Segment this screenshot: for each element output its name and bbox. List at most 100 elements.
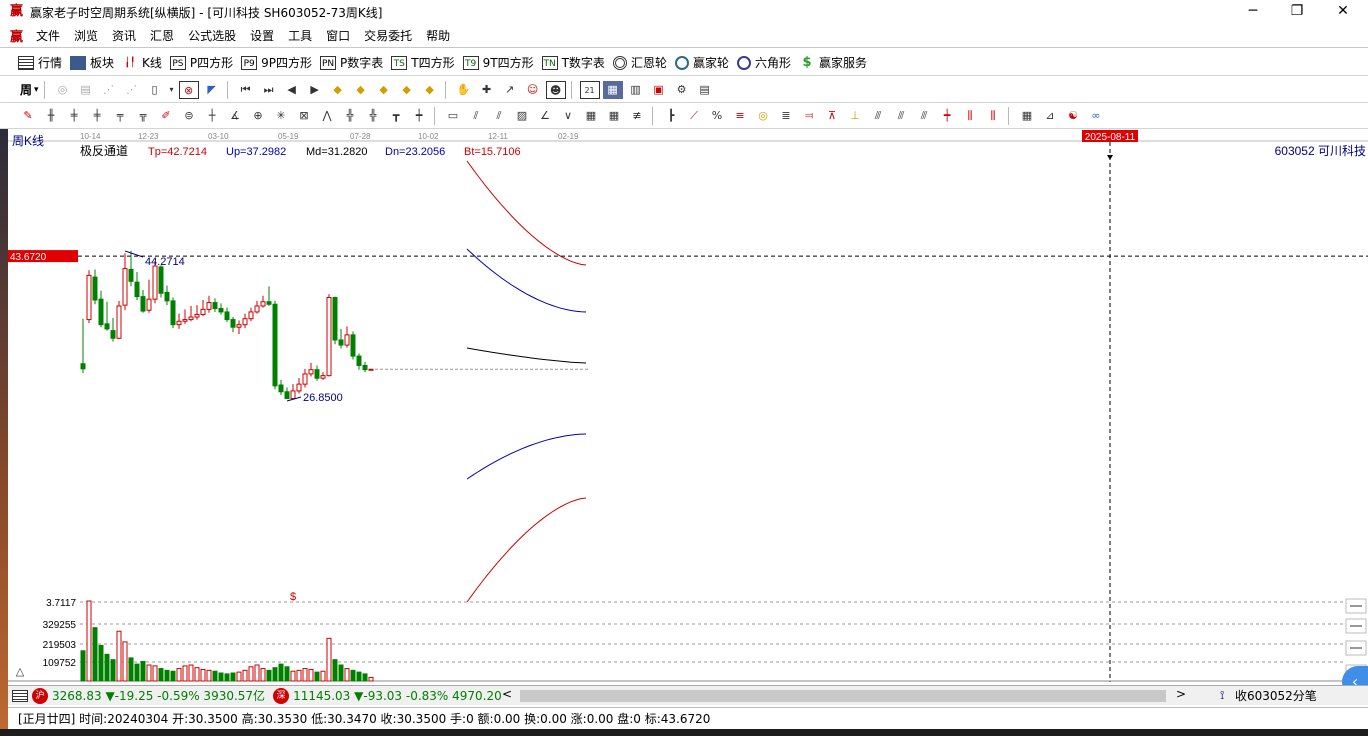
square-cross-icon[interactable]: ⊠: [294, 107, 314, 125]
lines-tool-3-icon[interactable]: ▨: [512, 107, 532, 125]
scroll-left-button[interactable]: <: [502, 687, 512, 701]
menu-help[interactable]: 帮助: [424, 25, 452, 46]
fib-11-icon[interactable]: ⫻: [914, 107, 934, 125]
scroll-right-button[interactable]: >: [1176, 687, 1186, 701]
toolbar-service-button[interactable]: $ 赢家服务: [799, 54, 867, 71]
fib-12-icon[interactable]: ┿: [937, 107, 957, 125]
print-icon[interactable]: ▤: [695, 81, 715, 99]
fib-9-icon[interactable]: ⫻: [868, 107, 888, 125]
fib-8-icon[interactable]: ⊥: [845, 107, 865, 125]
v-tool-icon[interactable]: ∨: [558, 107, 578, 125]
first-icon[interactable]: ⏮: [236, 81, 256, 99]
gann-1-icon[interactable]: ╪: [64, 107, 84, 125]
last-icon[interactable]: ⏭: [259, 81, 279, 99]
menu-window[interactable]: 窗口: [324, 25, 352, 46]
calc-icon[interactable]: ▦: [602, 80, 623, 99]
tools-icon[interactable]: ⚙: [672, 81, 692, 99]
grid-3-icon[interactable]: ╬: [363, 107, 383, 125]
next-icon[interactable]: ▶: [305, 81, 325, 99]
toolbar-9p-square-button[interactable]: P9 9P四方形: [241, 54, 312, 71]
trend-icon[interactable]: ↗: [500, 81, 520, 99]
fib-14-icon[interactable]: ⫼: [983, 107, 1003, 125]
toolbar-quote-button[interactable]: 行情: [18, 54, 62, 71]
period-selector[interactable]: 周: [20, 81, 32, 98]
table-icon[interactable]: ▦: [1017, 107, 1037, 125]
angle-tool-icon[interactable]: ∠: [535, 107, 555, 125]
diamond-1-icon[interactable]: ◆: [328, 81, 348, 99]
menu-trade[interactable]: 交易委托: [362, 25, 414, 46]
comb-2-icon[interactable]: ┿: [409, 107, 429, 125]
toolbar-huien-wheel-button[interactable]: 汇恩轮: [612, 54, 667, 71]
menu-browse[interactable]: 浏览: [72, 25, 100, 46]
pencil-icon[interactable]: ✎: [18, 107, 38, 125]
rect-tool-icon[interactable]: ▭: [443, 107, 463, 125]
toolbar-hexagon-button[interactable]: 六角形: [736, 54, 791, 71]
fib-1-icon[interactable]: ┣: [661, 107, 681, 125]
diamond-4-icon[interactable]: ◆: [397, 81, 417, 99]
diamond-5-icon[interactable]: ◆: [420, 81, 440, 99]
pen-icon[interactable]: ✐: [156, 107, 176, 125]
small-dropdown-icon[interactable]: ▾: [168, 81, 176, 99]
kline-chart-panel[interactable]: 10-14 12-23 03-10 05-19 07-28 10-02 12-11 02-19…: [8, 129, 1368, 698]
mask-icon[interactable]: ☻: [545, 80, 566, 99]
star-icon[interactable]: ✳: [271, 107, 291, 125]
gann-4-icon[interactable]: ╦: [133, 107, 153, 125]
save-icon[interactable]: ▣: [649, 81, 669, 99]
maximize-button[interactable]: ❐: [1274, 0, 1320, 22]
menu-file[interactable]: 文件: [34, 25, 62, 46]
toolbar-9t-square-button[interactable]: T9 9T四方形: [462, 54, 534, 71]
gann-2-icon[interactable]: ╪: [87, 107, 107, 125]
lines-tool-2-icon[interactable]: ⫽: [489, 107, 509, 125]
grid-lines-icon[interactable]: ╫: [41, 107, 61, 125]
ellipse-icon[interactable]: ⊜: [179, 107, 199, 125]
chart-grey-2-icon[interactable]: ⋰: [122, 81, 142, 99]
sh-index-text[interactable]: 3268.83 ▼-19.25 -0.59% 3930.57亿: [52, 687, 265, 704]
menu-info[interactable]: 资讯: [110, 25, 138, 46]
toolbar-t-square-button[interactable]: TS T四方形: [391, 54, 455, 71]
sz-index-text[interactable]: 11145.03 ▼-93.03 -0.83% 4970.20: [293, 689, 502, 703]
flag-icon[interactable]: ◤: [202, 81, 222, 99]
gann-3-icon[interactable]: ╤: [110, 107, 130, 125]
menu-formula[interactable]: 公式选股: [186, 25, 238, 46]
kline-chart[interactable]: 10-14 12-23 03-10 05-19 07-28 10-02 12-11 02-19…: [8, 129, 1368, 682]
grid-tool-2-icon[interactable]: ▦: [604, 107, 624, 125]
toolbar-p-table-button[interactable]: PN P数字表: [320, 54, 383, 71]
scrollbar-thumb[interactable]: [520, 690, 1166, 702]
toolbar-p-square-button[interactable]: PS P四方形: [169, 54, 233, 71]
toolbar-sector-button[interactable]: 板块: [70, 54, 114, 71]
fib-7-icon[interactable]: ⊼: [822, 107, 842, 125]
menu-huien[interactable]: 汇恩: [148, 25, 176, 46]
chart-grey-icon[interactable]: ⋰: [99, 81, 119, 99]
bars-icon[interactable]: ┼: [202, 107, 222, 125]
lines-tool-4-icon[interactable]: ≢: [627, 107, 647, 125]
crosshair-icon[interactable]: ✚: [477, 81, 497, 99]
period-dropdown-icon[interactable]: ▾: [34, 85, 39, 95]
infinity-icon[interactable]: ∞: [1086, 107, 1106, 125]
toolbar-kline-button[interactable]: ╽╿ K线: [122, 54, 162, 71]
prev-icon[interactable]: ◀: [282, 81, 302, 99]
document-grey-icon[interactable]: ▤: [76, 81, 96, 99]
minimize-button[interactable]: ─: [1230, 0, 1276, 22]
hand-icon[interactable]: ✋: [454, 81, 474, 99]
grid-tool-icon[interactable]: ▦: [581, 107, 601, 125]
menu-settings[interactable]: 设置: [248, 25, 276, 46]
menu-tools[interactable]: 工具: [286, 25, 314, 46]
fib-5-icon[interactable]: ≣: [776, 107, 796, 125]
calendar-icon[interactable]: 21: [579, 80, 600, 99]
toolbar-winner-wheel-button[interactable]: 赢家轮: [674, 54, 729, 71]
fib-10-icon[interactable]: ⫻: [891, 107, 911, 125]
tick-detail-label[interactable]: 收603052分笔: [1235, 687, 1317, 704]
angle-icon[interactable]: ∡: [225, 107, 245, 125]
axis-icon[interactable]: ⊿: [1040, 107, 1060, 125]
scale-icon[interactable]: ⊗: [178, 80, 199, 99]
toolbar-t-table-button[interactable]: TN T数字表: [541, 54, 605, 71]
lines-tool-icon[interactable]: ⫽: [466, 107, 486, 125]
percent-icon[interactable]: %: [707, 107, 727, 125]
comb-icon[interactable]: ┳: [386, 107, 406, 125]
fib-4-icon[interactable]: ◎: [753, 107, 773, 125]
diamond-2-icon[interactable]: ◆: [351, 81, 371, 99]
face-icon[interactable]: ☺: [523, 81, 543, 99]
panel-collapse-button[interactable]: △: [16, 666, 25, 678]
close-button[interactable]: ✕: [1320, 0, 1366, 22]
fib-6-icon[interactable]: ⫤: [799, 107, 819, 125]
